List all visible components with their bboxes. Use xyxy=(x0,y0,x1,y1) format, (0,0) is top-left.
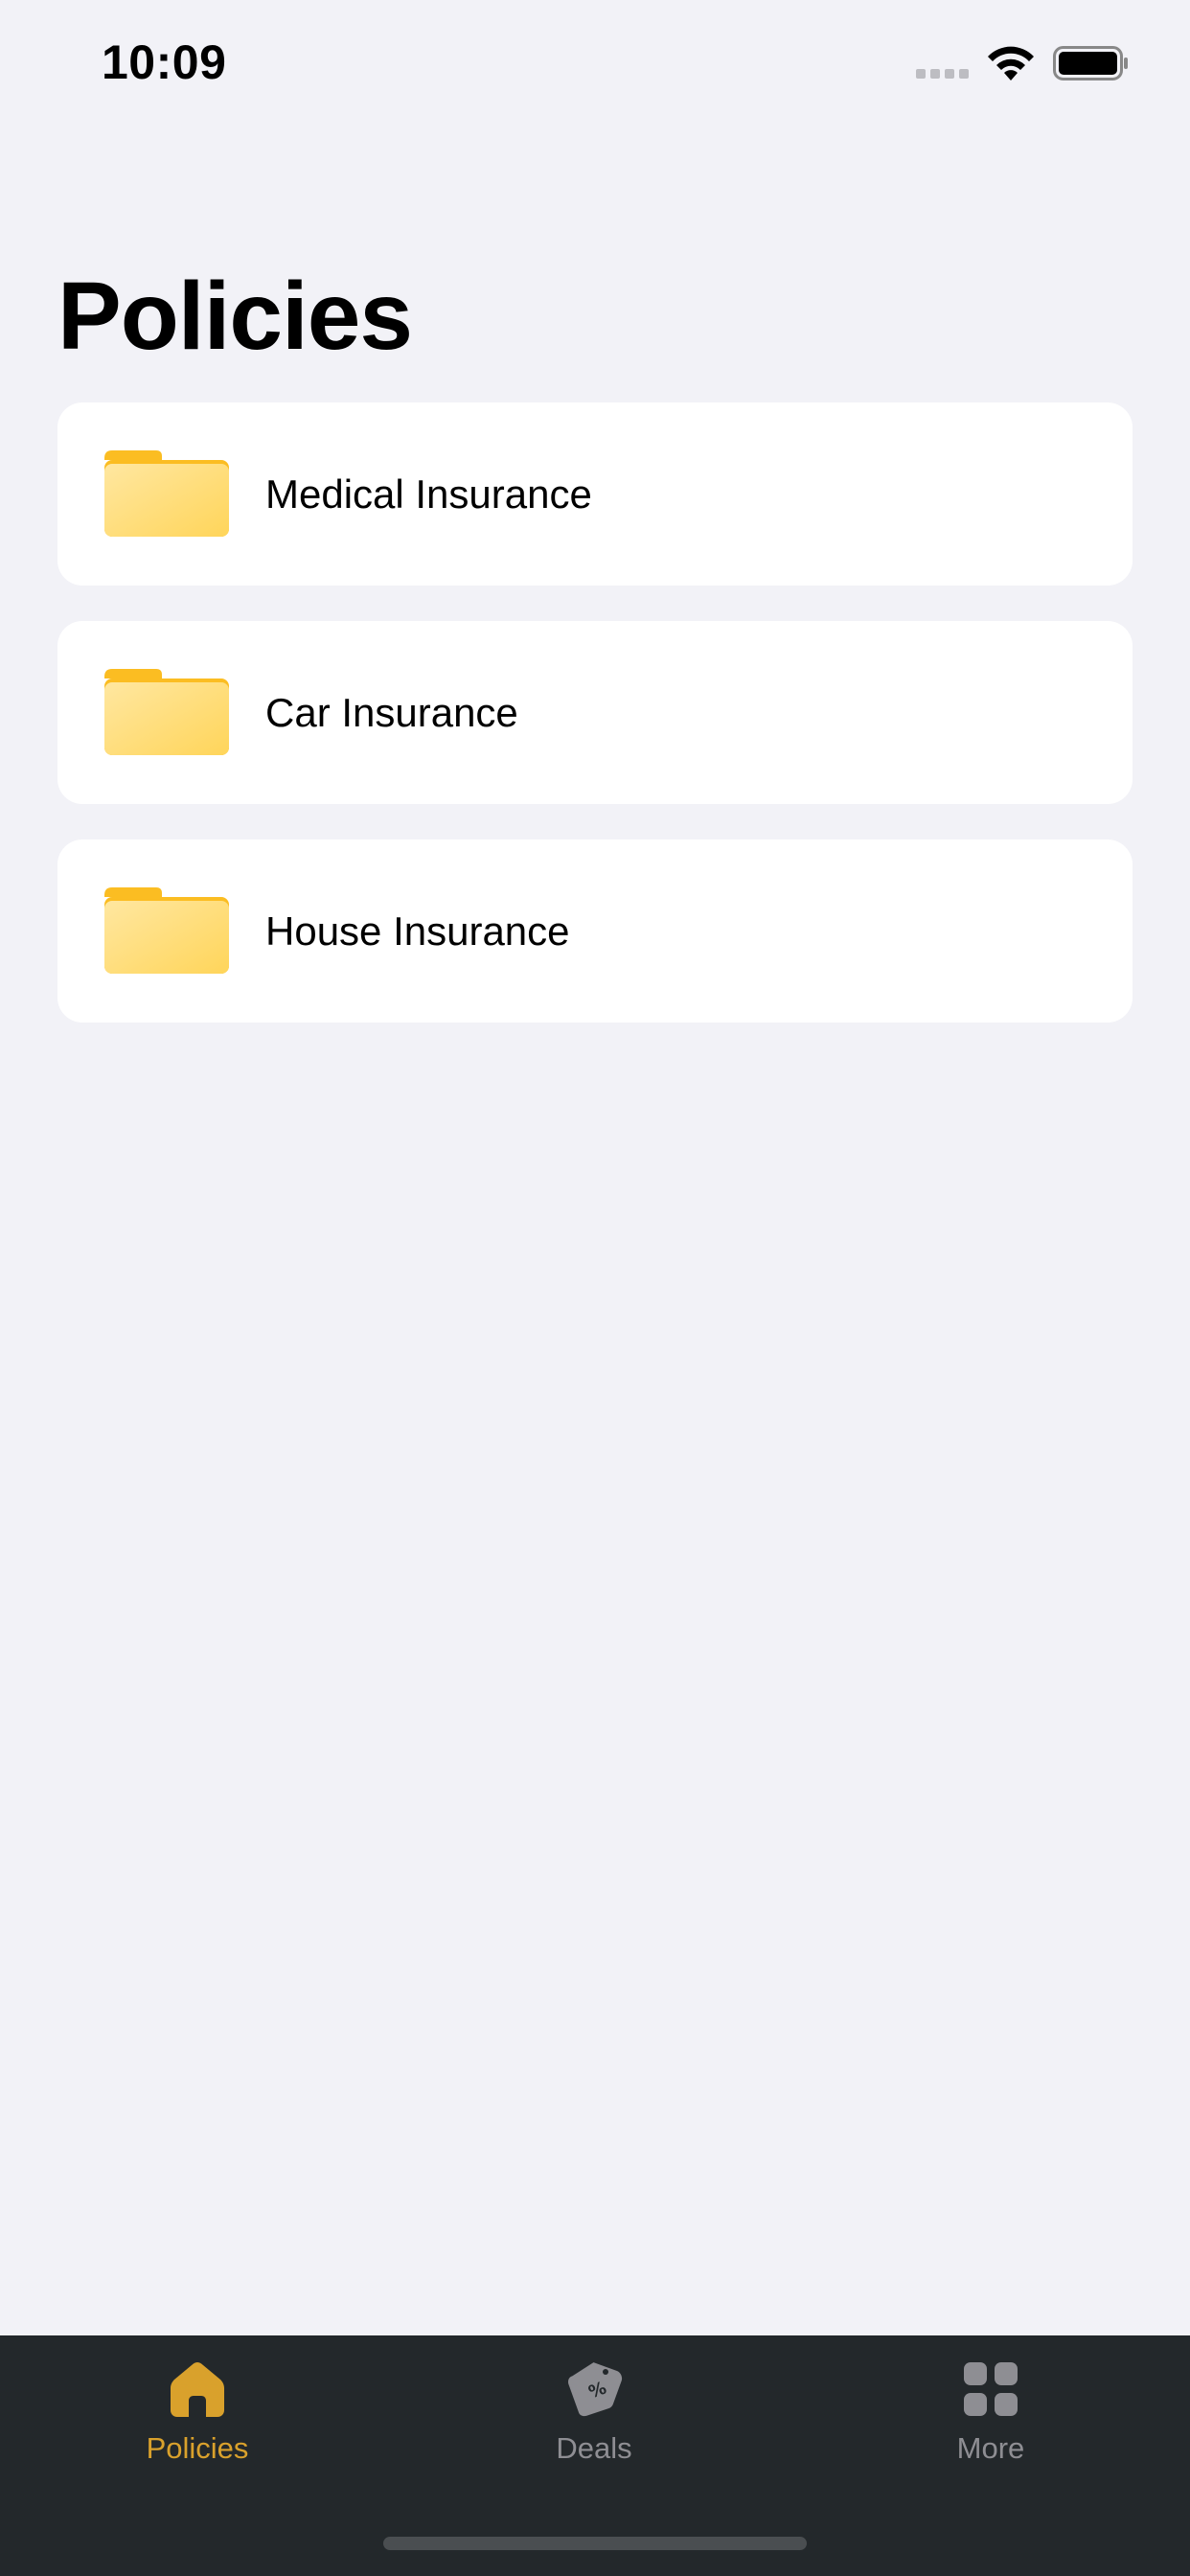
grid-icon xyxy=(964,2362,1018,2416)
home-indicator[interactable] xyxy=(383,2537,807,2550)
tab-deals[interactable]: % Deals xyxy=(450,2335,738,2508)
policy-label: Medical Insurance xyxy=(265,471,592,517)
policy-label: Car Insurance xyxy=(265,689,518,735)
tab-bar: Policies % Deals More xyxy=(0,2335,1190,2576)
tab-label: Deals xyxy=(556,2431,632,2465)
home-icon xyxy=(171,2362,224,2417)
folder-icon xyxy=(104,886,229,974)
tab-label: More xyxy=(956,2431,1025,2465)
wifi-icon xyxy=(988,46,1034,80)
policy-row-medical[interactable]: Medical Insurance xyxy=(57,402,1133,586)
status-time: 10:09 xyxy=(102,35,227,89)
cellular-signal-icon xyxy=(916,69,972,80)
tab-label: Policies xyxy=(146,2431,249,2465)
folder-icon xyxy=(104,668,229,755)
page-title: Policies xyxy=(57,263,413,370)
tag-icon: % xyxy=(568,2362,623,2417)
folder-icon xyxy=(104,449,229,537)
battery-icon xyxy=(1053,46,1128,80)
policy-list: Medical Insurance Car Insurance House In… xyxy=(57,402,1133,1058)
policy-row-house[interactable]: House Insurance xyxy=(57,840,1133,1023)
status-bar: 10:09 xyxy=(0,0,1190,125)
policy-row-car[interactable]: Car Insurance xyxy=(57,621,1133,804)
tab-more[interactable]: More xyxy=(847,2335,1134,2508)
tab-policies[interactable]: Policies xyxy=(54,2335,341,2508)
policy-label: House Insurance xyxy=(265,908,570,954)
